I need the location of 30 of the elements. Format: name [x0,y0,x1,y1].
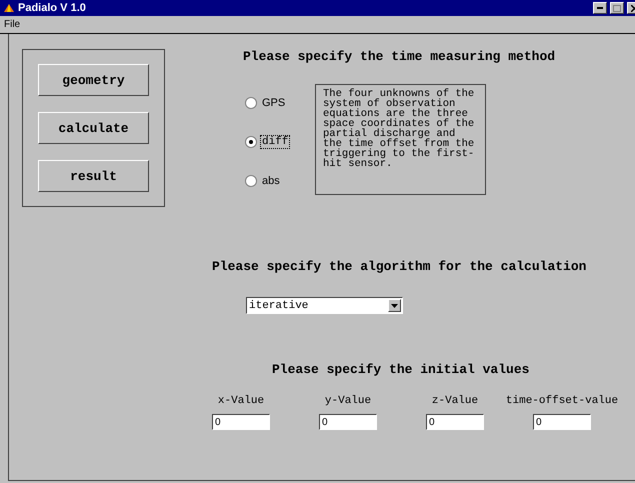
radio-button[interactable] [245,136,257,148]
maximize-icon [613,4,621,12]
info-text: The four unknowns of the system of observation equations are the three space coordinates of the partial discharge and the time offset from the triggering to the first-hit sensor. [315,84,486,195]
field-label: time-offset-value [506,395,618,407]
field-label: z-Value [432,395,478,407]
radio-label[interactable]: diff [261,136,290,148]
radio-label[interactable]: GPS [261,96,286,108]
minimize-button[interactable] [593,2,607,14]
nav-button[interactable]: calculate [38,112,149,144]
input-field[interactable]: 0 [319,414,377,430]
input-field[interactable]: 0 [533,414,591,430]
window-title: Padialo V 1.0 [18,2,87,14]
nav-button[interactable]: result [38,160,149,192]
caret-icon [391,304,398,308]
section-heading: Please specify the initial values [272,362,530,377]
menu-item[interactable]: File [4,19,24,30]
input-field[interactable]: 0 [212,414,270,430]
field-label: x-Value [218,395,264,407]
input-field[interactable]: 0 [426,414,484,430]
radio-button[interactable] [245,174,257,186]
field-label: y-Value [324,395,372,407]
minimize-icon [597,7,603,9]
radio-button[interactable] [245,96,257,108]
nav-button[interactable]: geometry [38,64,149,96]
section-heading: Please specify the time measuring method [243,49,556,64]
section-heading: Please specify the algorithm for the calculation [212,259,588,274]
maximize-button[interactable] [610,2,624,14]
app-icon [3,2,15,14]
algorithm-dropdown[interactable]: iterative [246,297,403,314]
radio-label[interactable]: abs [261,174,281,186]
